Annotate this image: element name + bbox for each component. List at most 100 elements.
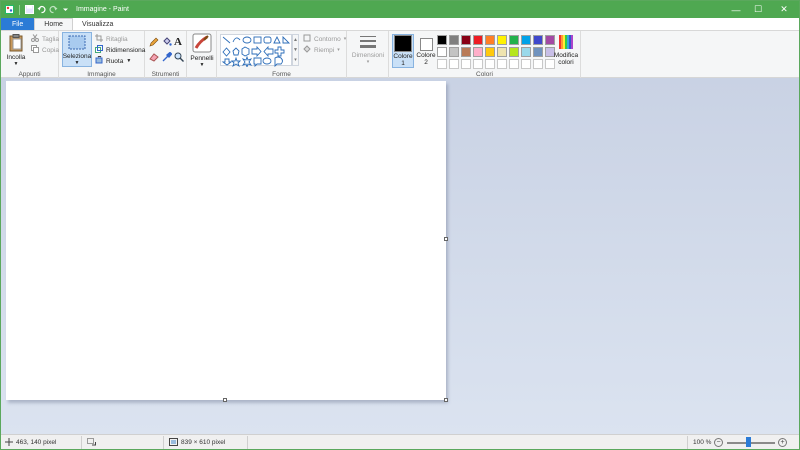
save-icon[interactable] — [25, 5, 34, 14]
palette-swatch[interactable] — [473, 59, 483, 69]
fill-icon — [303, 45, 311, 55]
selection-size — [87, 437, 99, 448]
palette-swatch[interactable] — [509, 59, 519, 69]
qat-separator — [19, 4, 20, 15]
group-label-appunti: Appunti — [18, 71, 41, 78]
chevron-down-icon: ▾ — [343, 36, 347, 42]
resize-button[interactable]: Ridimensiona — [95, 45, 145, 55]
ribbon-tabs: File Home Visualizza — [1, 18, 799, 30]
fill-bucket-icon[interactable] — [162, 37, 172, 49]
paint-app-icon[interactable] — [5, 5, 14, 14]
eraser-icon[interactable] — [149, 52, 159, 64]
palette-swatch[interactable] — [533, 47, 543, 57]
palette-swatch[interactable] — [521, 47, 531, 57]
ribbon: Incolla ▼ Taglia Copia Appunti Seleziona… — [1, 30, 799, 79]
select-button[interactable]: Seleziona ▼ — [62, 32, 92, 67]
canvas-workarea[interactable] — [1, 78, 799, 434]
status-separator — [163, 436, 164, 449]
brushes-button[interactable]: Pennelli ▼ — [189, 33, 215, 68]
zoom-slider-thumb[interactable] — [746, 437, 751, 447]
maximize-button[interactable]: ☐ — [747, 1, 769, 18]
color2-button[interactable]: Colore 2 — [415, 34, 437, 68]
tab-home[interactable]: Home — [34, 18, 73, 30]
outline-icon — [303, 34, 311, 44]
palette-swatch[interactable] — [461, 35, 471, 45]
palette-swatch[interactable] — [449, 47, 459, 57]
paint-window: Immagine - Paint — ☐ ✕ File Home Visuali… — [0, 0, 800, 450]
palette-swatch[interactable] — [485, 47, 495, 57]
palette-swatch[interactable] — [509, 35, 519, 45]
resize-handle-corner[interactable] — [444, 398, 448, 402]
chevron-down-icon: ▼ — [13, 61, 19, 67]
chevron-down-icon: ▼ — [74, 60, 80, 66]
palette-swatch[interactable] — [437, 59, 447, 69]
scroll-down-icon[interactable]: ▼ — [293, 47, 298, 53]
shapes-gallery-scroll[interactable]: ▲ ▼ ▾ — [292, 34, 299, 66]
image-size: 839 × 610 pixel — [169, 437, 225, 448]
drawing-canvas[interactable] — [6, 81, 446, 400]
resize-icon — [95, 45, 103, 55]
zoom-slider-track[interactable] — [727, 442, 775, 444]
magnifier-icon[interactable] — [174, 52, 184, 64]
brush-icon — [192, 33, 212, 55]
tab-file[interactable]: File — [1, 18, 35, 30]
rotate-icon — [95, 55, 103, 66]
shapes-gallery[interactable] — [220, 34, 292, 69]
palette-swatch[interactable] — [473, 35, 483, 45]
palette-swatch[interactable] — [521, 35, 531, 45]
fill-button[interactable]: Riempi ▾ — [303, 45, 340, 55]
crop-button[interactable]: Ritaglia — [95, 34, 128, 44]
scroll-up-icon[interactable]: ▲ — [293, 37, 298, 43]
rotate-button[interactable]: Ruota ▼ — [95, 55, 131, 66]
zoom-level: 100 % — [693, 439, 712, 446]
palette-swatch[interactable] — [497, 59, 507, 69]
palette-swatch[interactable] — [485, 59, 495, 69]
group-strumenti: A Strumenti — [145, 31, 187, 79]
expand-gallery-icon[interactable]: ▾ — [294, 57, 297, 63]
palette-swatch[interactable] — [437, 47, 447, 57]
color2-swatch — [419, 38, 433, 51]
palette-swatch[interactable] — [449, 59, 459, 69]
group-immagine: Seleziona ▼ Ritaglia Ridimensiona Ruota … — [59, 31, 145, 79]
palette-swatch[interactable] — [461, 47, 471, 57]
tab-visualizza[interactable]: Visualizza — [73, 18, 122, 30]
resize-handle-right[interactable] — [444, 237, 448, 241]
palette-swatch[interactable] — [533, 59, 543, 69]
undo-icon[interactable] — [37, 5, 46, 14]
outline-button[interactable]: Contorno ▾ — [303, 34, 346, 44]
color-picker-icon[interactable] — [162, 51, 173, 64]
size-button[interactable]: Dimensioni ▾ — [351, 34, 385, 65]
text-tool-icon[interactable]: A — [174, 36, 182, 48]
color1-swatch — [394, 35, 412, 52]
copy-button[interactable]: Copia — [31, 45, 59, 55]
customize-qat-icon[interactable] — [61, 5, 70, 14]
zoom-in-button[interactable]: + — [778, 438, 787, 447]
palette-swatch[interactable] — [521, 59, 531, 69]
palette-swatch[interactable] — [509, 47, 519, 57]
palette-swatch[interactable] — [449, 35, 459, 45]
zoom-out-button[interactable]: − — [714, 438, 723, 447]
close-button[interactable]: ✕ — [769, 1, 799, 18]
image-size-icon — [169, 437, 178, 448]
pencil-icon[interactable] — [149, 37, 159, 49]
edit-colors-button[interactable]: Modifica colori — [553, 34, 579, 66]
palette-swatch[interactable] — [497, 35, 507, 45]
selection-rectangle-icon — [68, 35, 86, 53]
color1-button[interactable]: Colore 1 — [392, 34, 414, 68]
cut-button[interactable]: Taglia — [31, 34, 59, 44]
palette-swatch[interactable] — [473, 47, 483, 57]
shapes-gallery-icons — [221, 35, 291, 69]
palette-swatch[interactable] — [485, 35, 495, 45]
palette-swatch[interactable] — [533, 35, 543, 45]
minimize-button[interactable]: — — [725, 1, 747, 18]
resize-handle-bottom[interactable] — [223, 398, 227, 402]
line-width-icon — [359, 34, 377, 52]
paste-button[interactable]: Incolla ▼ — [5, 34, 27, 67]
group-colori: Colore 1 Colore 2 Modifica colori Colori — [389, 31, 581, 79]
status-separator — [687, 436, 688, 449]
redo-icon[interactable] — [49, 5, 58, 14]
palette-swatch[interactable] — [461, 59, 471, 69]
title-bar: Immagine - Paint — ☐ ✕ — [1, 1, 799, 18]
palette-swatch[interactable] — [497, 47, 507, 57]
palette-swatch[interactable] — [437, 35, 447, 45]
